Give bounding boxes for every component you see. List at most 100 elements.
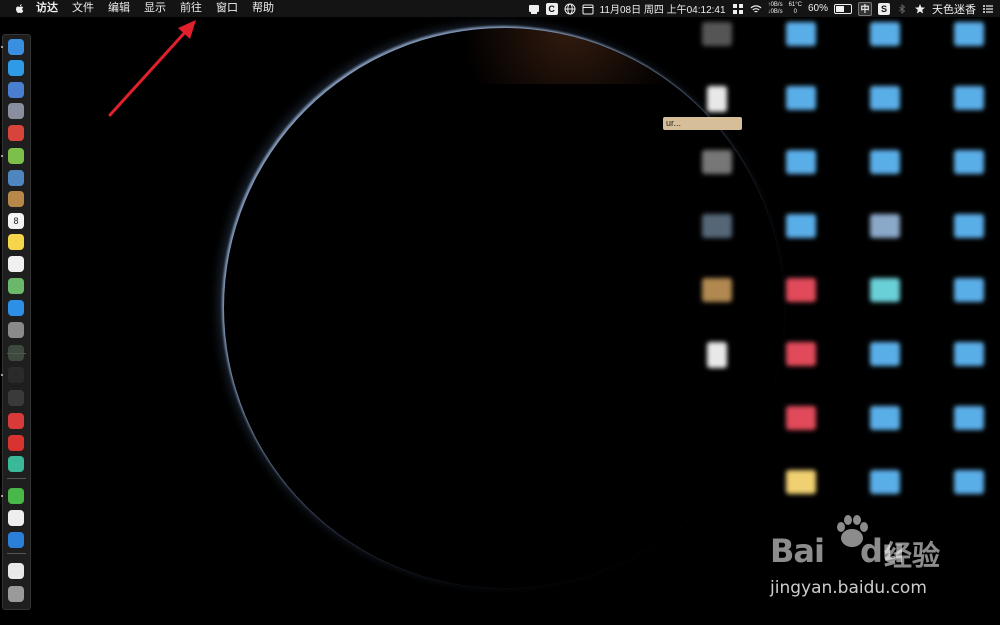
netease-music-icon[interactable]: [8, 435, 24, 451]
grid-app-icon[interactable]: [732, 3, 744, 15]
desktop-file[interactable]: [680, 210, 750, 272]
calendar-icon[interactable]: [582, 3, 594, 15]
desktop-folder[interactable]: [932, 338, 1000, 400]
wifi-icon[interactable]: [750, 3, 762, 15]
menu-file[interactable]: 文件: [72, 0, 94, 17]
desktop-folder[interactable]: [848, 274, 918, 336]
vivaldi-icon[interactable]: [8, 413, 24, 429]
console-icon[interactable]: [8, 390, 24, 406]
desktop-item-label: [680, 244, 750, 264]
notification-center-icon[interactable]: [982, 3, 994, 15]
system-preferences-icon[interactable]: [8, 322, 24, 338]
safari-icon[interactable]: [8, 60, 24, 76]
desktop-file[interactable]: [680, 18, 750, 80]
maps-icon[interactable]: [8, 278, 24, 294]
folder-icon: [954, 342, 984, 366]
desktop-item-label: [932, 116, 1000, 136]
preview-icon[interactable]: [8, 170, 24, 186]
folder-icon: [870, 470, 900, 494]
desktop-folder[interactable]: [932, 82, 1000, 144]
dock-running-indicator: [1, 374, 3, 376]
s-app-icon[interactable]: S: [878, 2, 890, 15]
folder-icon: [954, 406, 984, 430]
c-app-icon[interactable]: C: [545, 2, 558, 15]
folder-icon: [786, 150, 816, 174]
wechat-icon[interactable]: [8, 488, 24, 504]
desktop-folder[interactable]: [764, 402, 834, 464]
battery-icon[interactable]: [834, 3, 852, 14]
desktop-folder[interactable]: [932, 402, 1000, 464]
menu-app-name[interactable]: 访达: [36, 0, 58, 17]
folder-icon: [954, 278, 984, 302]
menu-help[interactable]: 帮助: [252, 0, 274, 17]
reminders-icon[interactable]: [8, 256, 24, 272]
cpu-monitor: 61°C 0: [789, 2, 802, 16]
finder-icon[interactable]: [8, 39, 24, 55]
notification-icon[interactable]: [528, 3, 540, 15]
folder-icon: [870, 406, 900, 430]
desktop-folder[interactable]: [848, 146, 918, 208]
dock-running-indicator: [1, 495, 3, 497]
desktop-folder[interactable]: [848, 210, 918, 272]
menu-bar: 访达 文件 编辑 显示 前往 窗口 帮助 C 11月08日 周四 上午04:12…: [0, 0, 1000, 17]
launchpad-icon[interactable]: [8, 103, 24, 119]
folder-icon: [786, 22, 816, 46]
desktop-folder[interactable]: [848, 402, 918, 464]
apple-menu-icon[interactable]: [14, 3, 26, 15]
input-method-indicator[interactable]: 中: [858, 1, 872, 16]
desktop-file[interactable]: [680, 338, 750, 400]
desktop-file[interactable]: [680, 274, 750, 336]
desktop-item-label: [848, 244, 918, 264]
menu-window[interactable]: 窗口: [216, 0, 238, 17]
file-icon: [702, 214, 732, 238]
desktop-folder[interactable]: [764, 338, 834, 400]
desktop-folder[interactable]: [848, 82, 918, 144]
desktop-folder[interactable]: [764, 146, 834, 208]
desktop-folder[interactable]: [932, 18, 1000, 80]
desktop-folder[interactable]: [932, 210, 1000, 272]
folder-icon: [954, 470, 984, 494]
notes-icon[interactable]: [8, 234, 24, 250]
compass-icon[interactable]: [8, 82, 24, 98]
folder-icon: [870, 86, 900, 110]
desktop-file[interactable]: [680, 146, 750, 208]
user-name[interactable]: 天色迷香: [932, 1, 976, 17]
blue-round-app-icon[interactable]: [8, 532, 24, 548]
star-icon[interactable]: [914, 3, 926, 15]
file-icon: [702, 22, 732, 46]
folder-icon: [786, 214, 816, 238]
desktop-folder[interactable]: [932, 146, 1000, 208]
trash-icon[interactable]: [8, 586, 24, 602]
android-icon[interactable]: [8, 148, 24, 164]
selected-file-label[interactable]: ur...: [663, 117, 742, 130]
terminal-icon[interactable]: [8, 367, 24, 383]
menu-go[interactable]: 前往: [180, 0, 202, 17]
desktop-folder[interactable]: [764, 18, 834, 80]
textedit-icon[interactable]: [8, 510, 24, 526]
green-app-icon[interactable]: [8, 456, 24, 472]
desktop-folder[interactable]: [848, 338, 918, 400]
desktop-item-label: [848, 372, 918, 392]
desktop-folder[interactable]: [932, 274, 1000, 336]
calendar-icon[interactable]: 8: [8, 213, 24, 229]
desktop-folder[interactable]: [848, 18, 918, 80]
desktop-item-label: [848, 180, 918, 200]
bluetooth-icon[interactable]: [896, 3, 908, 15]
desktop-item-label: [848, 52, 918, 72]
desktop-folder[interactable]: [764, 274, 834, 336]
battery-percent[interactable]: 60%: [808, 3, 828, 14]
menu-edit[interactable]: 编辑: [108, 0, 130, 17]
desktop-folder[interactable]: [764, 82, 834, 144]
document-icon[interactable]: [8, 563, 24, 579]
desktop-file[interactable]: [680, 82, 750, 144]
red-app-icon[interactable]: [8, 125, 24, 141]
globe-icon[interactable]: [564, 3, 576, 15]
notes-brown-icon[interactable]: [8, 191, 24, 207]
app-store-icon[interactable]: [8, 300, 24, 316]
folder-icon: [786, 278, 816, 302]
baidu-jingyan-watermark: Bai du 经验 jingyan.baidu.com: [770, 515, 970, 608]
datetime-text[interactable]: 11月08日 周四 上午04:12:41: [600, 1, 726, 16]
folder-icon: [870, 278, 900, 302]
desktop-folder[interactable]: [764, 210, 834, 272]
menu-view[interactable]: 显示: [144, 0, 166, 17]
